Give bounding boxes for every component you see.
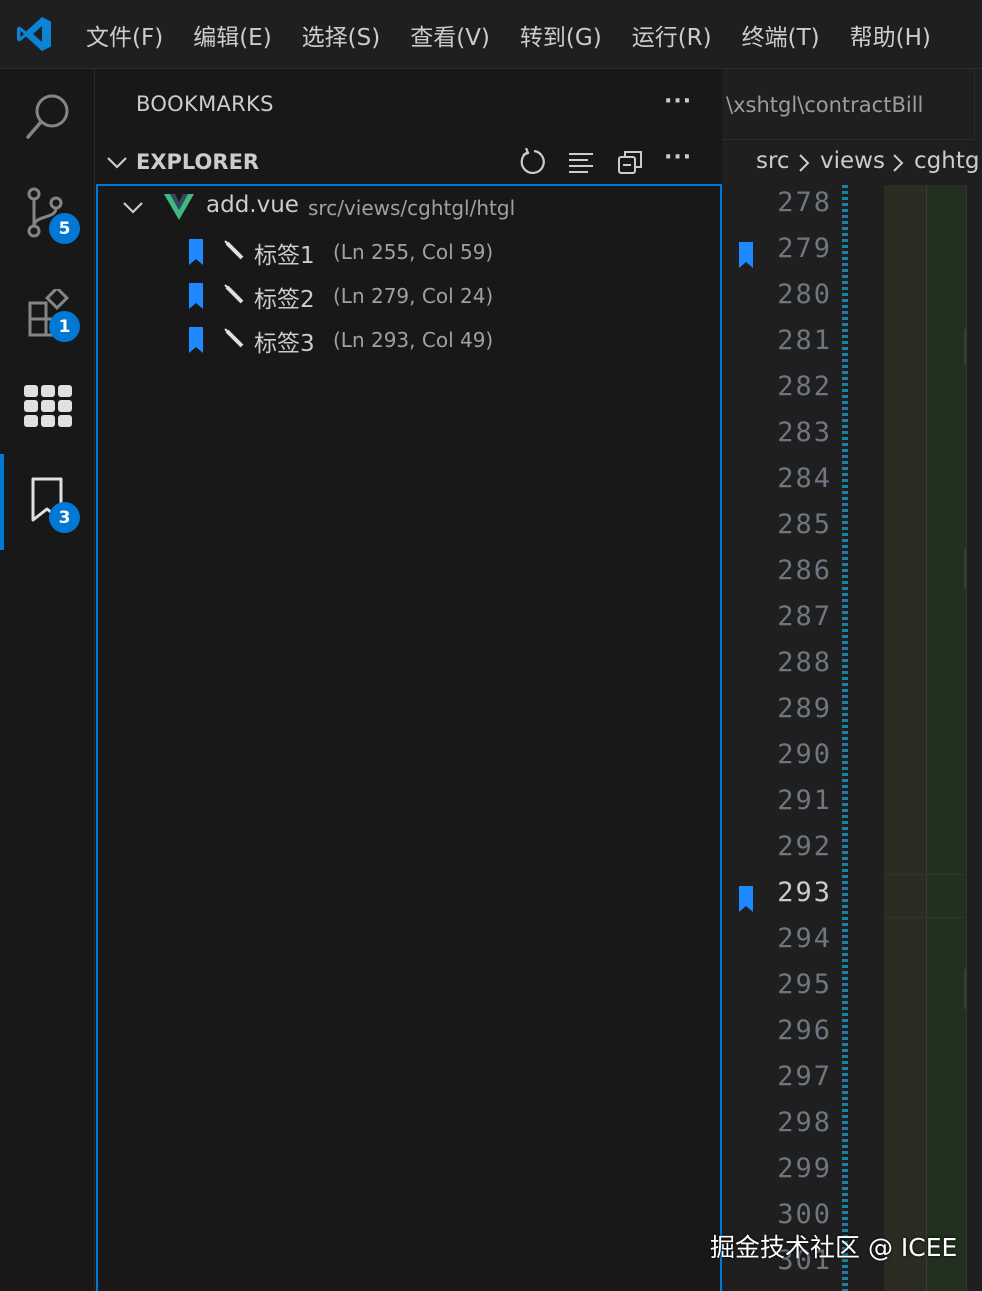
line-number: 282 [777, 371, 832, 402]
bookmark-icon [189, 239, 203, 265]
bookmarks-title: BOOKMARKS [136, 92, 274, 116]
scrollbar-marker [964, 549, 967, 589]
menu-bar: 文件(F) 编辑(E) 选择(S) 查看(V) 转到(G) 运行(R) 终端(T) 帮助(H) [70, 0, 982, 69]
file-path: src/views/cghtgl/htgl [308, 196, 516, 220]
editor-area: \xshtgl\contractBill src views cghtg 278… [722, 69, 982, 1291]
line-number: 287 [777, 601, 832, 632]
editor-tab[interactable]: \xshtgl\contractBill [722, 69, 975, 140]
line-number: 299 [777, 1153, 832, 1184]
search-activity[interactable] [0, 69, 95, 161]
line-number: 288 [777, 647, 832, 678]
source-control-badge: 5 [49, 213, 80, 244]
chevron-down-icon[interactable] [122, 200, 144, 216]
menu-item[interactable]: 文件(F) [70, 18, 177, 52]
line-number: 295 [777, 969, 832, 1000]
bookmarks-activity[interactable]: 3 [0, 454, 95, 546]
bookmark-label: 标签2 [254, 287, 315, 313]
scrollbar-marker [964, 329, 967, 365]
line-number: 281 [777, 325, 832, 356]
line-number: 285 [777, 509, 832, 540]
extensions-activity[interactable]: 1 [0, 261, 95, 353]
line-number: 289 [777, 693, 832, 724]
line-number: 278 [777, 187, 832, 218]
bookmark-location: (Ln 279, Col 24) [333, 284, 494, 308]
file-name: add.vue [206, 192, 299, 218]
bookmark-location: (Ln 293, Col 49) [333, 328, 494, 352]
chevron-right-icon [799, 154, 810, 172]
modified-lines-indicator [842, 185, 848, 1291]
vscode-logo-icon [17, 17, 51, 51]
bookmark-item-1[interactable]: 标签1 (Ln 255, Col 59) [98, 230, 718, 274]
bookmark-label: 标签1 [254, 243, 315, 269]
pencil-icon [224, 328, 244, 348]
line-number: 293 [777, 877, 832, 908]
chevron-right-icon [893, 154, 904, 172]
pencil-icon [224, 240, 244, 260]
gutter-bookmark-icon[interactable] [738, 241, 754, 269]
bookmark-label: 标签3 [254, 331, 315, 357]
line-number: 290 [777, 739, 832, 770]
watermark: 掘金技术社区 @ ICEE [710, 1233, 958, 1262]
explorer-title: EXPLORER [136, 150, 260, 174]
apps-activity[interactable] [0, 357, 95, 449]
search-icon [26, 94, 69, 139]
menu-item[interactable]: 查看(V) [394, 18, 504, 52]
line-number: 291 [777, 785, 832, 816]
pencil-icon [224, 284, 244, 304]
menu-item[interactable]: 帮助(H) [834, 18, 945, 52]
editor-scrollbar[interactable] [966, 185, 982, 1291]
bookmark-location: (Ln 255, Col 59) [333, 240, 494, 264]
active-activity-indicator [0, 454, 4, 550]
indent-guide [926, 185, 927, 1291]
line-number: 284 [777, 463, 832, 494]
gutter-bookmark-icon[interactable] [738, 885, 754, 913]
source-control-activity[interactable]: 5 [0, 165, 95, 257]
bookmark-item-3[interactable]: 标签3 (Ln 293, Col 49) [98, 318, 718, 362]
line-number: 298 [777, 1107, 832, 1138]
bookmark-icon [189, 327, 203, 353]
vue-file-icon [164, 194, 194, 220]
extensions-badge: 1 [49, 311, 80, 342]
activity-bar: 5 1 3 [0, 69, 95, 1291]
line-number: 280 [777, 279, 832, 310]
line-number: 283 [777, 417, 832, 448]
code-indent-region [926, 185, 966, 1291]
bookmarks-tree: add.vue src/views/cghtgl/htgl 标签1 (Ln 25… [96, 184, 722, 1291]
bookmark-item-2[interactable]: 标签2 (Ln 279, Col 24) [98, 274, 718, 318]
side-bar: BOOKMARKS ··· EXPLORER ··· add.vue src/v… [96, 69, 722, 1291]
breadcrumb: src views cghtg [722, 139, 982, 185]
menu-item[interactable]: 编辑(E) [177, 18, 285, 52]
breadcrumb-item[interactable]: src [756, 148, 790, 174]
explorer-more-actions-icon[interactable]: ··· [664, 145, 692, 170]
bookmarks-more-actions-icon[interactable]: ··· [664, 89, 692, 114]
breadcrumb-item[interactable]: cghtg [914, 148, 979, 174]
menu-item[interactable]: 转到(G) [504, 18, 616, 52]
bookmark-icon [189, 283, 203, 309]
menu-item[interactable]: 选择(S) [286, 18, 395, 52]
file-tree-item[interactable]: add.vue src/views/cghtgl/htgl [98, 186, 718, 230]
line-number: 297 [777, 1061, 832, 1092]
line-number: 279 [777, 233, 832, 264]
editor-tab-label: \xshtgl\contractBill [726, 93, 924, 117]
bookmarks-header: BOOKMARKS ··· [96, 69, 722, 143]
breadcrumb-item[interactable]: views [820, 148, 885, 174]
line-number: 296 [777, 1015, 832, 1046]
grid-icon [24, 385, 72, 427]
title-bar: 文件(F) 编辑(E) 选择(S) 查看(V) 转到(G) 运行(R) 终端(T) 帮助(H) [0, 0, 982, 69]
line-number: 286 [777, 555, 832, 586]
code-indent-region [884, 185, 926, 1291]
line-number: 292 [777, 831, 832, 862]
menu-item[interactable]: 终端(T) [726, 18, 834, 52]
explorer-section-header[interactable]: EXPLORER ··· [96, 143, 722, 185]
line-number-gutter: 278 279 280 281 282 283 284 285 286 287 288 289 290 2… [722, 185, 850, 1291]
collapse-all-icon[interactable] [617, 149, 645, 177]
list-view-icon[interactable] [568, 151, 596, 175]
chevron-down-icon[interactable] [106, 155, 128, 171]
menu-item[interactable]: 运行(R) [616, 18, 726, 52]
line-number: 294 [777, 923, 832, 954]
line-number: 300 [777, 1199, 832, 1230]
scrollbar-marker [964, 969, 967, 1009]
refresh-icon[interactable] [520, 148, 548, 176]
bookmarks-badge: 3 [49, 502, 80, 533]
